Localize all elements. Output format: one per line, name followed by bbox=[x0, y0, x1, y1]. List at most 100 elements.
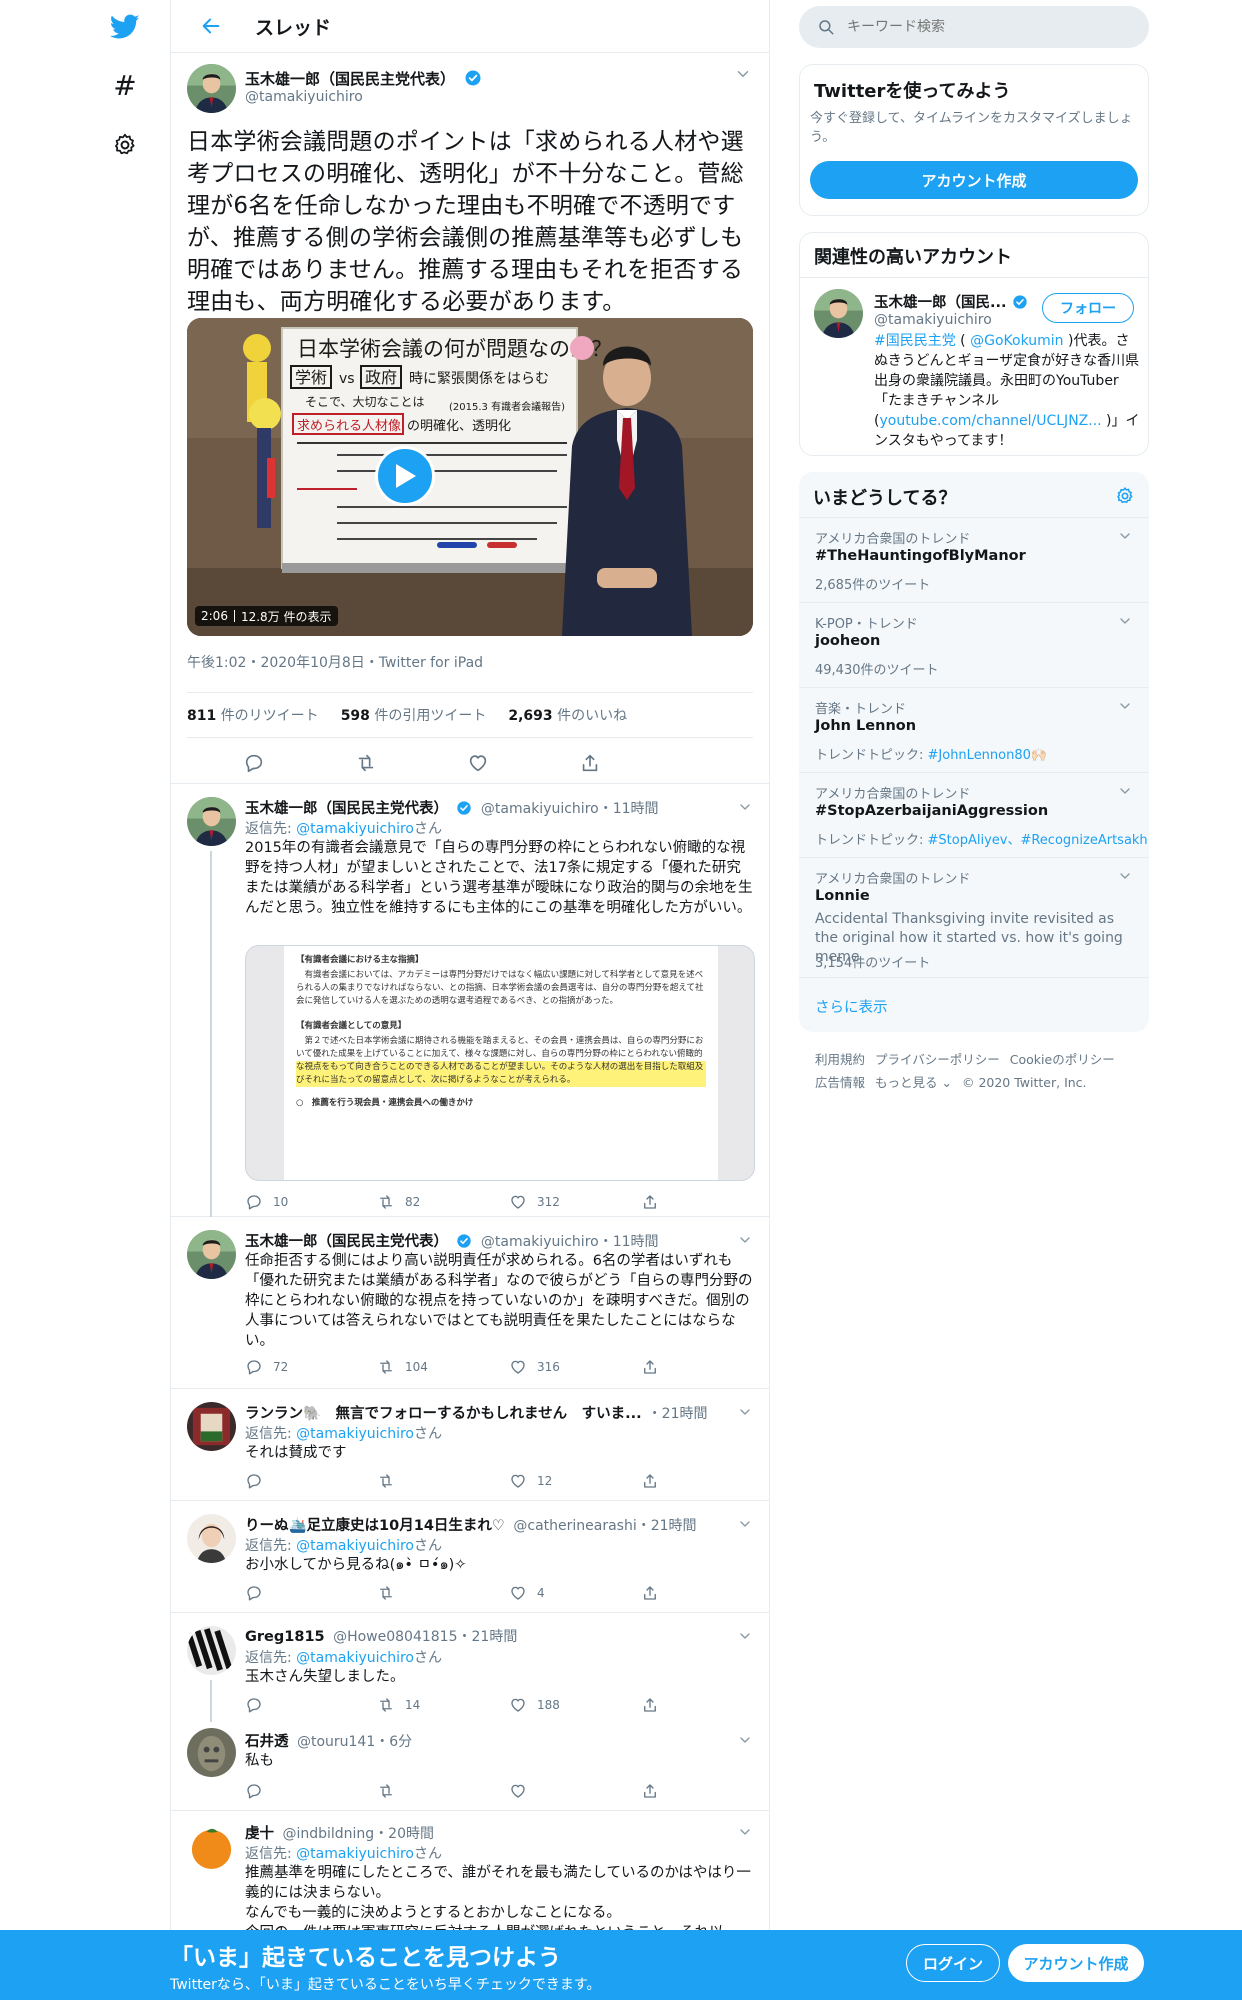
like-icon[interactable]: 312 bbox=[509, 1193, 560, 1211]
related-account-name[interactable]: 玉木雄一郎（国民... bbox=[874, 291, 1028, 312]
avatar[interactable] bbox=[814, 289, 863, 338]
avatar[interactable] bbox=[187, 797, 236, 846]
share-icon[interactable] bbox=[641, 1782, 659, 1800]
trend-item[interactable]: 音楽・トレンド John Lennon トレンドトピック: #JohnLenno… bbox=[799, 688, 1149, 773]
related-account-name-text[interactable]: 玉木雄一郎（国民... bbox=[874, 295, 1007, 311]
trend-item[interactable]: アメリカ合衆国のトレンド #StopAzerbaijaniAggression … bbox=[799, 773, 1149, 858]
retweet-icon[interactable]: 104 bbox=[377, 1358, 428, 1376]
show-more-link[interactable]: さらに表示 bbox=[815, 996, 888, 1017]
explore-hash-icon[interactable]: # bbox=[110, 69, 140, 102]
author-name-text[interactable]: 玉木雄一郎（国民民主党代表） bbox=[245, 70, 455, 88]
like-icon[interactable]: 12 bbox=[509, 1472, 552, 1490]
reply-tweet[interactable]: りーぬ🛳️足立康史は10月14日生まれ♡ @catherinearashi・21… bbox=[171, 1502, 769, 1613]
author-name[interactable]: ランラン🐘 無言でフォローするかもしれません すいま... bbox=[245, 1406, 642, 1422]
trend-topic-link[interactable]: #JohnLennon80 bbox=[928, 748, 1031, 763]
play-button-icon[interactable] bbox=[375, 446, 435, 506]
replying-to-handle[interactable]: @tamakiyuichiro bbox=[296, 1846, 414, 1862]
trend-item[interactable]: K-POP・トレンド jooheon 49,430件のツイート bbox=[799, 603, 1149, 688]
like-icon[interactable]: 316 bbox=[509, 1358, 560, 1376]
share-icon[interactable] bbox=[641, 1472, 659, 1490]
author-name[interactable]: Greg1815 bbox=[245, 1629, 325, 1645]
reply-icon[interactable] bbox=[243, 752, 265, 774]
share-icon[interactable] bbox=[641, 1584, 659, 1602]
retweet-icon[interactable] bbox=[377, 1782, 395, 1800]
signup-button[interactable]: アカウント作成 bbox=[1008, 1944, 1144, 1982]
author-handle[interactable]: @Howe08041815 bbox=[333, 1629, 457, 1645]
settings-gear-icon[interactable] bbox=[1115, 486, 1135, 506]
reply-icon[interactable] bbox=[245, 1472, 263, 1490]
chevron-down-icon[interactable] bbox=[735, 1230, 755, 1250]
document-image[interactable]: 【有識者会議における主な指摘】 有識者会議においては、アカデミーは専門分野だけで… bbox=[245, 945, 755, 1181]
bio-mention[interactable]: @GoKokumin bbox=[970, 333, 1063, 349]
avatar[interactable] bbox=[187, 1402, 236, 1451]
like-icon[interactable]: 4 bbox=[509, 1584, 545, 1602]
tweet-time[interactable]: ・11時間 bbox=[599, 1234, 659, 1250]
chevron-down-icon[interactable] bbox=[733, 64, 753, 84]
reply-tweet[interactable]: 玉木雄一郎（国民民主党代表） @tamakiyuichiro・11時間 返信先:… bbox=[171, 785, 769, 1217]
author-name[interactable]: 虔十 bbox=[245, 1826, 274, 1842]
tweet-time[interactable]: ・11時間 bbox=[599, 801, 659, 817]
footer-terms-link[interactable]: 利用規約 bbox=[815, 1052, 865, 1067]
avatar[interactable] bbox=[187, 1728, 236, 1777]
chevron-down-icon[interactable] bbox=[1115, 526, 1135, 546]
avatar[interactable] bbox=[187, 1822, 236, 1871]
chevron-down-icon[interactable] bbox=[735, 797, 755, 817]
bio-link[interactable]: youtube.com/channel/UCLJNZ... bbox=[879, 413, 1101, 429]
reply-tweet[interactable]: 石井透 @touru141・6分 私も bbox=[171, 1722, 769, 1811]
retweet-icon[interactable]: 14 bbox=[377, 1696, 420, 1714]
tweet-time[interactable]: ・21時間 bbox=[648, 1406, 708, 1422]
like-icon[interactable] bbox=[509, 1782, 527, 1800]
replying-to-handle[interactable]: @tamakiyuichiro bbox=[296, 1426, 414, 1442]
replying-to-handle[interactable]: @tamakiyuichiro bbox=[296, 1538, 414, 1554]
reply-tweet[interactable]: 玉木雄一郎（国民民主党代表） @tamakiyuichiro・11時間 任命拒否… bbox=[171, 1218, 769, 1389]
trend-item[interactable]: アメリカ合衆国のトレンド #TheHauntingofBlyManor 2,68… bbox=[799, 518, 1149, 603]
reply-icon[interactable] bbox=[245, 1584, 263, 1602]
tweet-time[interactable]: ・21時間 bbox=[458, 1629, 518, 1645]
trend-item[interactable]: アメリカ合衆国のトレンド Lonnie Accidental Thanksgiv… bbox=[799, 858, 1149, 978]
settings-gear-icon[interactable] bbox=[110, 130, 140, 160]
like-count[interactable]: 2,693 件のいいね bbox=[504, 705, 627, 725]
retweet-count[interactable]: 811 件のリツイート bbox=[187, 705, 319, 725]
trend-topic-link[interactable]: #StopAliyev、#RecognizeArtsakh bbox=[928, 833, 1148, 848]
video-player[interactable]: 日本学術会議の何が問題なのか？ 学術 vs 政府 時に緊張関係をはらむ そこで、… bbox=[187, 318, 753, 636]
share-icon[interactable] bbox=[579, 752, 601, 774]
retweet-icon[interactable]: 82 bbox=[377, 1193, 420, 1211]
chevron-down-icon[interactable] bbox=[1115, 866, 1135, 886]
back-arrow-icon[interactable] bbox=[191, 6, 231, 46]
chevron-down-icon[interactable] bbox=[735, 1730, 755, 1750]
login-button[interactable]: ログイン bbox=[906, 1944, 1000, 1982]
footer-privacy-link[interactable]: プライバシーポリシー bbox=[875, 1052, 1000, 1067]
quote-count[interactable]: 598 件の引用ツイート bbox=[337, 705, 487, 725]
retweet-icon[interactable] bbox=[377, 1584, 395, 1602]
tweet-time[interactable]: ・6分 bbox=[375, 1734, 412, 1750]
author-name[interactable]: りーぬ🛳️足立康史は10月14日生まれ♡ bbox=[245, 1518, 505, 1534]
author-name[interactable]: 玉木雄一郎（国民民主党代表） bbox=[245, 801, 448, 817]
author-handle[interactable]: @touru141 bbox=[297, 1734, 375, 1750]
search-input[interactable] bbox=[847, 19, 1127, 35]
avatar[interactable] bbox=[187, 1514, 236, 1563]
twitter-logo-icon[interactable] bbox=[110, 12, 140, 42]
chevron-down-icon[interactable] bbox=[735, 1626, 755, 1646]
avatar[interactable] bbox=[187, 64, 236, 113]
chevron-down-icon[interactable] bbox=[735, 1822, 755, 1842]
related-account-handle[interactable]: @tamakiyuichiro bbox=[874, 312, 992, 328]
chevron-down-icon[interactable] bbox=[735, 1514, 755, 1534]
footer-more-link[interactable]: もっと見る ⌄ bbox=[875, 1075, 952, 1090]
reply-tweet[interactable]: ランラン🐘 無言でフォローするかもしれません すいま... ・21時間 返信先: … bbox=[171, 1390, 769, 1501]
reply-icon[interactable]: 10 bbox=[245, 1193, 288, 1211]
signup-button[interactable]: アカウント作成 bbox=[810, 161, 1138, 199]
share-icon[interactable] bbox=[641, 1193, 659, 1211]
like-icon[interactable] bbox=[467, 752, 489, 774]
author-handle[interactable]: @tamakiyuichiro bbox=[481, 1234, 599, 1250]
reply-icon[interactable] bbox=[245, 1696, 263, 1714]
author-handle[interactable]: @indbildning bbox=[282, 1826, 374, 1842]
tweet-time[interactable]: ・21時間 bbox=[637, 1518, 697, 1534]
follow-button[interactable]: フォロー bbox=[1042, 293, 1134, 323]
chevron-down-icon[interactable] bbox=[1115, 611, 1135, 631]
tweet-time[interactable]: ・20時間 bbox=[374, 1826, 434, 1842]
bio-hashtag[interactable]: #国民民主党 bbox=[874, 333, 956, 349]
author-name[interactable]: 玉木雄一郎（国民民主党代表） bbox=[245, 1234, 448, 1250]
tweet-timestamp[interactable]: 午後1:02・2020年10月8日・Twitter for iPad bbox=[187, 652, 483, 672]
retweet-icon[interactable] bbox=[377, 1472, 395, 1490]
reply-icon[interactable] bbox=[245, 1782, 263, 1800]
